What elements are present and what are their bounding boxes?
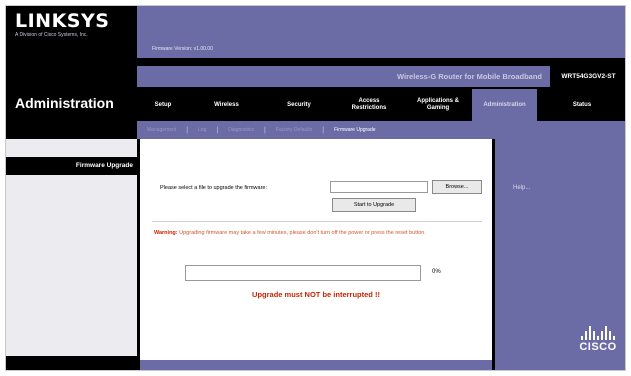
tab-security[interactable]: Security [264,89,334,121]
subtab-diagnostics[interactable]: Diagnostics [228,127,254,133]
logo-tagline: A Division of Cisco Systems, Inc. [15,32,88,38]
subtab-management[interactable]: Management [147,127,176,133]
navigation-band: Wireless-G Router for Mobile Broadband W… [6,58,625,139]
cisco-logo-icon: CISCO [574,324,622,360]
main-footer [140,360,492,370]
tab-applications-gaming[interactable]: Applications & Gaming [404,89,472,121]
sub-tabs: Management | Log | Diagnostics | Factory… [137,121,625,139]
warning-text: Upgrading firmware may take a few minute… [179,230,426,236]
firmware-file-input[interactable] [330,181,428,193]
progress-percent: 0% [432,269,441,275]
cisco-bar [585,331,587,340]
main-tabs: Setup Wireless Security Access Restricti… [137,89,625,121]
firmware-version: Firmware Version: v1.00.00 [152,46,213,52]
start-upgrade-button[interactable]: Start to Upgrade [332,198,416,212]
left-panel: Firmware Upgrade [6,139,137,370]
section-label: Firmware Upgrade [75,162,133,169]
brand-bar: LINKSYS A Division of Cisco Systems, Inc… [6,6,625,58]
left-footer [6,356,137,370]
cisco-bar [593,331,595,340]
page-title: Administration [15,95,114,111]
model-number: WRT54G3GV2-ST [550,66,625,87]
subtab-separator: | [264,126,266,134]
logo-wordmark: LINKSYS [15,10,110,32]
tab-setup[interactable]: Setup [137,89,189,121]
browse-button[interactable]: Browse... [432,180,482,194]
divider [152,221,482,222]
upgrade-prompt: Please select a file to upgrade the firm… [160,185,268,191]
cisco-bar [609,331,611,340]
upgrade-progress-bar [185,265,421,281]
router-admin-page: LINKSYS A Division of Cisco Systems, Inc… [5,5,626,371]
tab-access-restrictions[interactable]: Access Restrictions [334,89,404,121]
product-bar: Wireless-G Router for Mobile Broadband W… [137,66,625,87]
cisco-wordmark: CISCO [579,341,617,353]
subtab-log[interactable]: Log [198,127,206,133]
subtab-factory-defaults[interactable]: Factory Defaults [276,127,312,133]
left-label-bar: Firmware Upgrade [6,157,137,175]
tab-status[interactable]: Status [537,89,625,121]
warning-label: Warning: [154,230,178,236]
subtab-separator: | [186,126,189,134]
product-name: Wireless-G Router for Mobile Broadband [397,72,542,81]
help-panel: Help... CISCO [492,139,625,370]
subtab-firmware-upgrade[interactable]: Firmware Upgrade [334,127,375,133]
cisco-bar [589,326,591,340]
tab-wireless[interactable]: Wireless [189,89,264,121]
cisco-bar [601,331,603,340]
help-link[interactable]: Help... [513,185,530,191]
warning-message: Warning: Upgrading firmware may take a f… [154,229,454,237]
cisco-bar [605,326,607,340]
cisco-bridge-bars [574,324,622,340]
subtab-separator: | [216,126,219,134]
interrupt-warning: Upgrade must NOT be interrupted !! [252,290,380,299]
main-content: Please select a file to upgrade the firm… [137,139,492,370]
subtab-separator: | [322,126,325,134]
linksys-logo: LINKSYS A Division of Cisco Systems, Inc… [6,6,137,58]
tab-administration[interactable]: Administration [472,89,537,121]
